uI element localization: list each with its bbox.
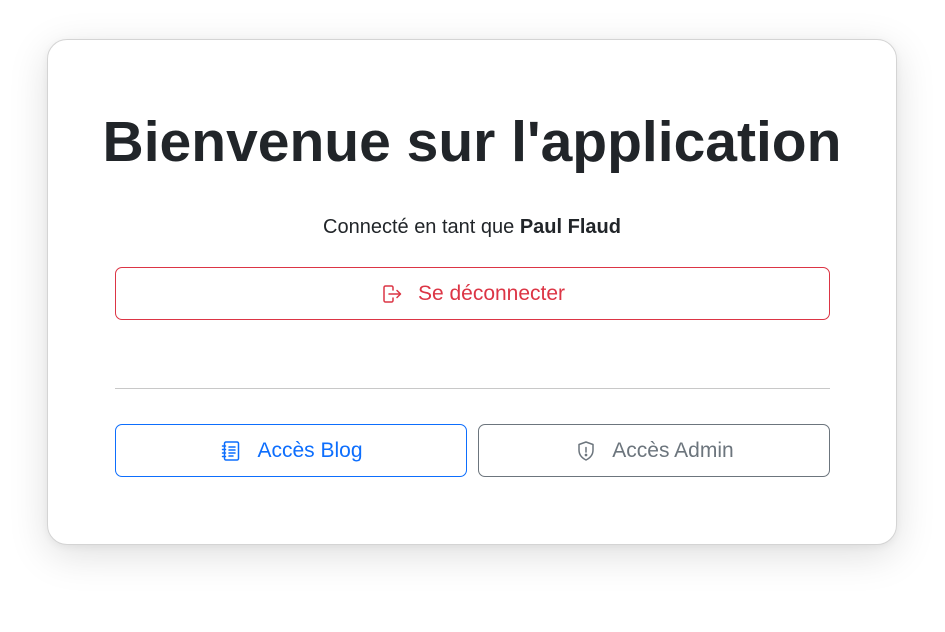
divider <box>115 388 830 389</box>
blog-access-button-label: Accès Blog <box>257 438 363 462</box>
box-arrow-right-icon <box>380 282 404 306</box>
shield-exclamation-icon <box>574 439 598 463</box>
admin-access-button[interactable]: Accès Admin <box>478 424 830 477</box>
logout-button-label: Se déconnecter <box>417 281 566 305</box>
admin-access-button-label: Accès Admin <box>612 438 734 462</box>
journal-text-icon <box>219 439 243 463</box>
page-title: Bienvenue sur l'application <box>102 110 842 174</box>
username: Paul Flaud <box>519 216 621 238</box>
blog-access-button[interactable]: Accès Blog <box>115 424 467 477</box>
welcome-card: Bienvenue sur l'application Connecté en … <box>47 39 897 545</box>
login-status: Connecté en tant que Paul Flaud <box>48 216 896 239</box>
logout-button[interactable]: Se déconnecter <box>115 267 830 320</box>
login-status-prefix: Connecté en tant que <box>323 216 515 238</box>
